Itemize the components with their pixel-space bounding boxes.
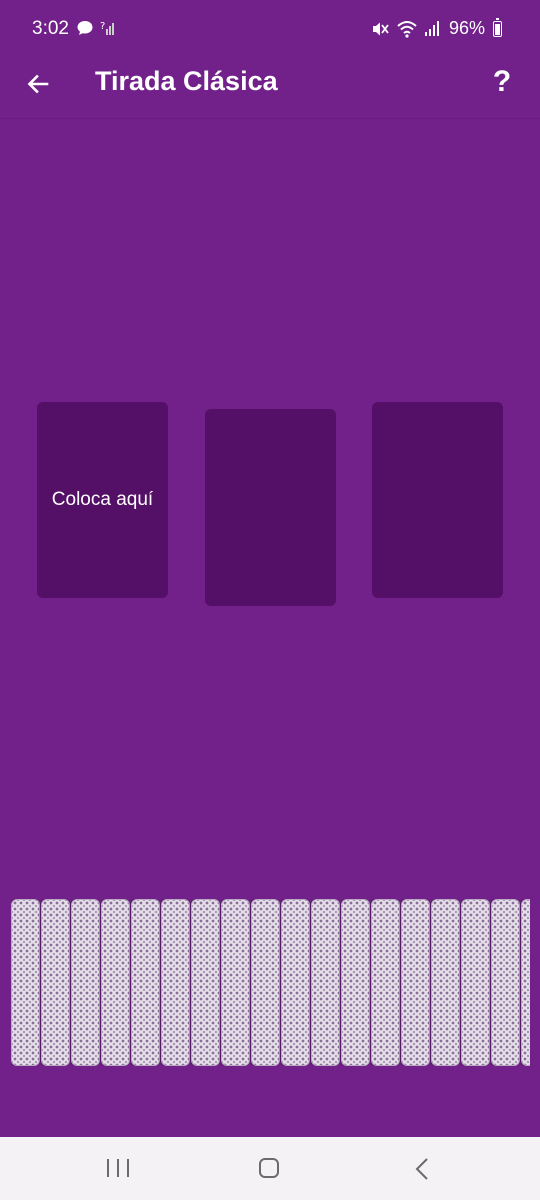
deck-card[interactable] [281,899,310,1066]
svg-text:?: ? [100,21,105,32]
deck-card[interactable] [311,899,340,1066]
signal-icon [424,20,439,36]
deck-card[interactable] [431,899,460,1066]
deck-card[interactable] [161,899,190,1066]
battery-icon [493,17,502,37]
deck-card[interactable] [41,899,70,1066]
deck-card[interactable] [11,899,40,1066]
deck-card[interactable] [371,899,400,1066]
navigation-bar [0,1137,540,1200]
deck-card[interactable] [401,899,430,1066]
status-time: 3:02 [32,18,69,39]
card-slot-1[interactable]: Coloca aquí [37,402,168,598]
battery-percent: 96% [448,18,485,38]
status-right-icons: 96% [371,17,502,39]
deck-card[interactable] [101,899,130,1066]
arrow-left-icon [27,74,49,94]
home-icon[interactable] [259,1158,279,1178]
deck-card[interactable] [191,899,220,1066]
status-left-icons: ? [76,19,116,37]
card-slot-2[interactable] [205,409,336,606]
deck-card[interactable] [71,899,100,1066]
no-signal-icon: ? [100,21,114,35]
card-deck[interactable] [11,899,530,1066]
recents-icon[interactable] [107,1159,129,1177]
deck-card[interactable] [221,899,250,1066]
page-title: Tirada Clásica [95,66,278,96]
deck-card[interactable] [521,899,530,1066]
back-button[interactable] [18,64,58,104]
app-bar: Tirada Clásica ? [0,58,540,119]
deck-card[interactable] [341,899,370,1066]
back-icon[interactable] [412,1157,432,1181]
slot-label: Coloca aquí [51,489,154,510]
status-bar: 3:02 ? 96% [0,0,540,58]
deck-card[interactable] [461,899,490,1066]
deck-card[interactable] [131,899,160,1066]
wifi-icon [397,20,417,38]
deck-card[interactable] [251,899,280,1066]
mute-icon [372,22,389,35]
deck-card[interactable] [491,899,520,1066]
card-slot-3[interactable] [372,402,503,598]
chat-bubble-icon [77,21,93,35]
help-button[interactable]: ? [482,62,522,102]
